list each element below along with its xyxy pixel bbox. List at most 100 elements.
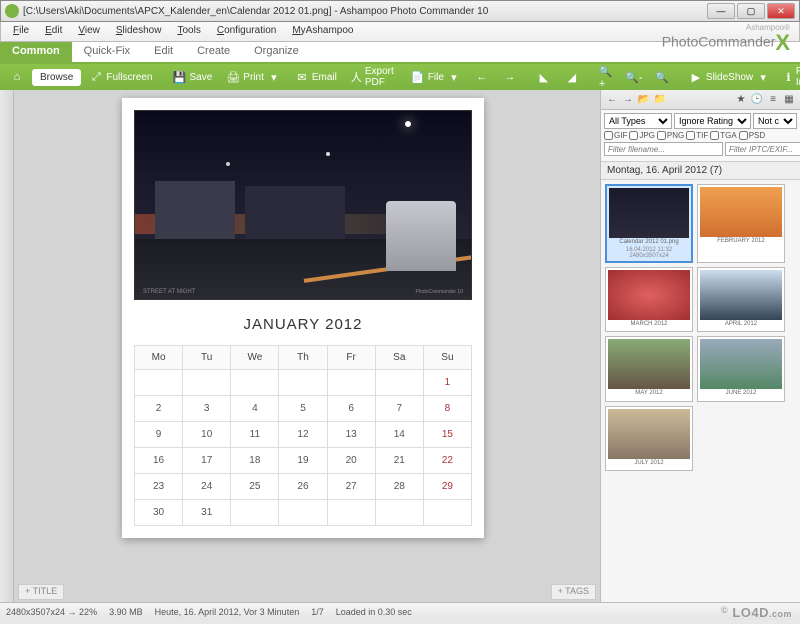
window-title: [C:\Users\Aki\Documents\APCX_Kalender_en… xyxy=(23,6,707,17)
thumbnail[interactable]: MARCH 2012 xyxy=(605,267,693,332)
day-cell xyxy=(375,370,423,396)
slideshow-button[interactable]: ▶SlideShow▾ xyxy=(683,68,776,86)
clock-icon[interactable]: 🕒 xyxy=(750,93,764,107)
browse-button[interactable]: Browse xyxy=(32,69,81,86)
day-cell xyxy=(135,370,183,396)
zoom-in-button[interactable]: 🔍+ xyxy=(593,68,619,86)
format-tga[interactable]: TGA xyxy=(710,131,736,140)
close-button[interactable]: ✕ xyxy=(767,3,795,19)
day-cell xyxy=(423,500,471,526)
rating-select[interactable]: Ignore Rating xyxy=(674,113,751,129)
menu-slideshow[interactable]: Slideshow xyxy=(108,22,170,41)
day-cell: 6 xyxy=(327,396,375,422)
day-cell: 18 xyxy=(231,448,279,474)
menu-myashampoo[interactable]: MyAshampoo xyxy=(284,22,361,41)
filter-icon[interactable]: ≡ xyxy=(766,93,780,107)
folder-tree-icon[interactable]: 📁 xyxy=(653,93,667,107)
thumbnail[interactable]: APRIL 2012 xyxy=(697,267,785,332)
star-icon[interactable]: ★ xyxy=(734,93,748,107)
menu-edit[interactable]: Edit xyxy=(37,22,70,41)
filter-filename[interactable] xyxy=(604,142,723,156)
tags-button[interactable]: + TAGS xyxy=(551,584,596,600)
thumbnail-grid[interactable]: Calendar 2012 01.png16.04.2012 11:322480… xyxy=(601,180,800,602)
title-button[interactable]: + TITLE xyxy=(18,584,64,600)
panel-filters: All Types Ignore Rating Not c GIFJPGPNGT… xyxy=(601,110,800,162)
panel-header: Montag, 16. April 2012 (7) xyxy=(601,162,800,180)
back-icon[interactable]: ← xyxy=(605,93,619,107)
home-button[interactable]: ⌂ xyxy=(4,68,30,86)
status-size: 3.90 MB xyxy=(109,607,143,617)
day-cell: 3 xyxy=(183,396,231,422)
right-panel: ← → 📂 📁 ★ 🕒 ≡ ▦ All Types Ignore Rating … xyxy=(600,90,800,602)
day-cell xyxy=(327,370,375,396)
zoom-fit-button[interactable]: 🔍 xyxy=(649,68,675,86)
rotate-left-icon: ◣ xyxy=(537,70,551,84)
thumbnail[interactable]: JULY 2012 xyxy=(605,406,693,471)
day-cell: 30 xyxy=(135,500,183,526)
type-select[interactable]: All Types xyxy=(604,113,672,129)
day-cell: 29 xyxy=(423,474,471,500)
tab-common[interactable]: Common xyxy=(0,42,72,62)
notc-select[interactable]: Not c xyxy=(753,113,797,129)
menu-file[interactable]: File xyxy=(5,22,37,41)
photo-caption-right: PhotoCommander 10 xyxy=(415,289,463,295)
tab-quickfix[interactable]: Quick-Fix xyxy=(72,42,142,62)
thumbnail[interactable]: Calendar 2012 01.png16.04.2012 11:322480… xyxy=(605,184,693,263)
fullscreen-button[interactable]: ⤢Fullscreen xyxy=(83,68,158,86)
month-title: JANUARY 2012 xyxy=(134,300,472,345)
format-jpg[interactable]: JPG xyxy=(629,131,655,140)
format-png[interactable]: PNG xyxy=(657,131,684,140)
day-cell: 9 xyxy=(135,422,183,448)
home-icon: ⌂ xyxy=(10,70,24,84)
day-header: Su xyxy=(423,346,471,370)
minimize-button[interactable]: — xyxy=(707,3,735,19)
left-gutter[interactable] xyxy=(0,90,14,602)
menu-tools[interactable]: Tools xyxy=(169,22,208,41)
mail-icon: ✉ xyxy=(295,70,309,84)
tab-edit[interactable]: Edit xyxy=(142,42,185,62)
file-menu-button[interactable]: 📄File▾ xyxy=(405,68,467,86)
canvas[interactable]: STREET AT NIGHT PhotoCommander 10 JANUAR… xyxy=(14,90,600,602)
format-psd[interactable]: PSD xyxy=(739,131,765,140)
rotate-right-icon: ◢ xyxy=(565,70,579,84)
save-button[interactable]: 💾Save xyxy=(167,68,219,86)
print-button[interactable]: 🖨Print▾ xyxy=(220,68,287,86)
fileinfo-button[interactable]: ℹFile Info xyxy=(778,64,800,90)
rotate-left-button[interactable]: ◣ xyxy=(531,68,557,86)
tab-create[interactable]: Create xyxy=(185,42,242,62)
format-gif[interactable]: GIF xyxy=(604,131,627,140)
disk-icon: 💾 xyxy=(173,70,187,84)
app-icon xyxy=(5,4,19,18)
thumbnail[interactable]: MAY 2012 xyxy=(605,336,693,401)
day-cell: 11 xyxy=(231,422,279,448)
filter-iptc[interactable] xyxy=(725,142,800,156)
day-cell: 17 xyxy=(183,448,231,474)
prev-button[interactable]: ← xyxy=(469,68,495,86)
day-cell xyxy=(183,370,231,396)
day-cell: 5 xyxy=(279,396,327,422)
email-button[interactable]: ✉Email xyxy=(289,68,343,86)
next-button[interactable]: → xyxy=(497,68,523,86)
fwd-icon[interactable]: → xyxy=(621,93,635,107)
thumbnail[interactable]: JUNE 2012 xyxy=(697,336,785,401)
day-cell xyxy=(327,500,375,526)
export-pdf-button[interactable]: 人Export PDF xyxy=(345,64,403,90)
menu-configuration[interactable]: Configuration xyxy=(209,22,285,41)
folder-open-icon[interactable]: 📂 xyxy=(637,93,651,107)
menu-view[interactable]: View xyxy=(70,22,108,41)
rotate-right-button[interactable]: ◢ xyxy=(559,68,585,86)
day-cell: 23 xyxy=(135,474,183,500)
status-dims: 2480x3507x24 → 22% xyxy=(6,607,97,617)
format-tif[interactable]: TIF xyxy=(686,131,708,140)
view-icon[interactable]: ▦ xyxy=(782,93,796,107)
tab-organize[interactable]: Organize xyxy=(242,42,311,62)
titlebar: [C:\Users\Aki\Documents\APCX_Kalender_en… xyxy=(0,0,800,22)
thumbnail[interactable]: FEBRUARY 2012 xyxy=(697,184,785,263)
status-loaded: Loaded in 0.30 sec xyxy=(336,607,412,617)
window-buttons: — ▢ ✕ xyxy=(707,3,795,19)
zoom-out-button[interactable]: 🔍- xyxy=(621,68,647,86)
day-cell: 31 xyxy=(183,500,231,526)
info-icon: ℹ xyxy=(784,70,793,84)
day-cell xyxy=(279,370,327,396)
maximize-button[interactable]: ▢ xyxy=(737,3,765,19)
